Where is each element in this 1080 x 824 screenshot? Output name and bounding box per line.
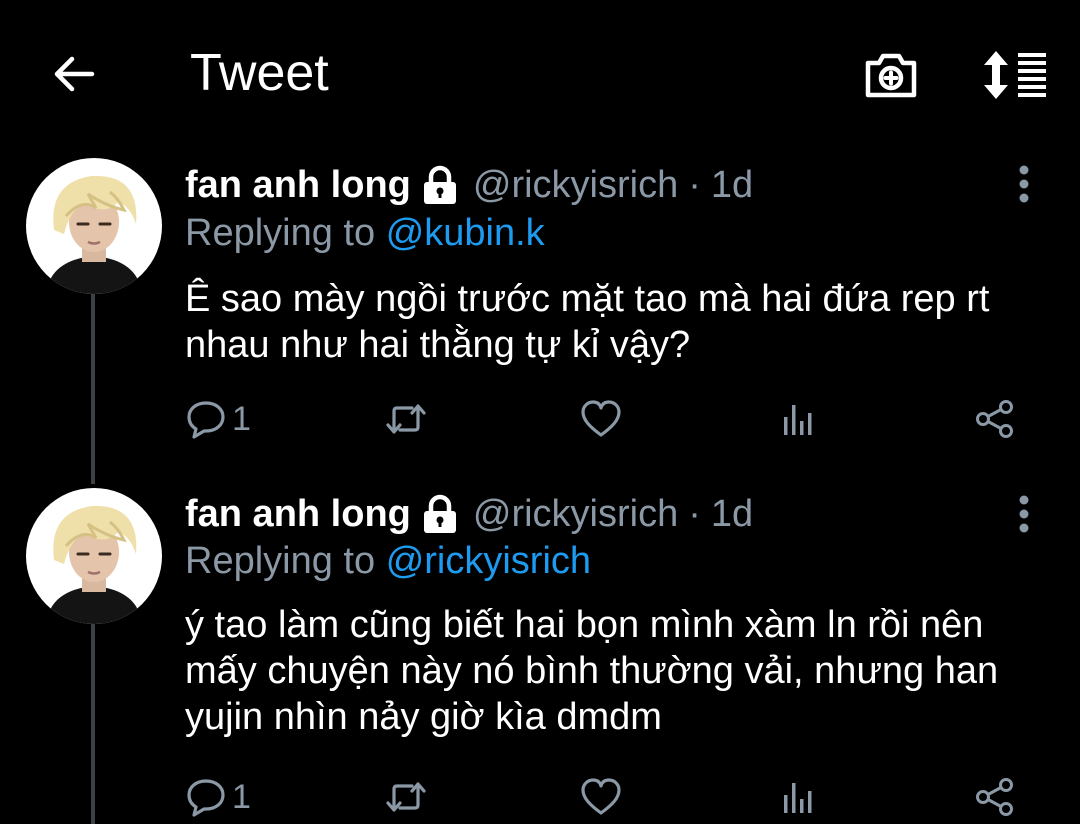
retweet-button[interactable]: [384, 772, 434, 822]
replying-to-handle[interactable]: @rickyisrich: [386, 540, 591, 582]
more-vertical-icon: [1019, 495, 1029, 533]
like-button[interactable]: [580, 772, 628, 822]
share-button[interactable]: [974, 772, 1016, 822]
replying-to-handle[interactable]: @kubin.k: [386, 212, 545, 254]
sort-button[interactable]: [980, 44, 1050, 106]
user-handle[interactable]: @rickyisrich: [473, 493, 678, 536]
sort-list-icon: [984, 51, 1046, 99]
reply-icon: [187, 401, 225, 439]
analytics-icon: [784, 783, 812, 813]
like-button[interactable]: [580, 394, 628, 444]
tweet-text: ý tao làm cũng biết hai bọn mình xàm ln …: [185, 604, 999, 738]
arrow-left-icon: [54, 56, 95, 92]
retweet-icon: [386, 404, 426, 434]
retweet-icon: [386, 782, 426, 812]
more-options-button[interactable]: [1000, 160, 1048, 208]
share-icon: [976, 400, 1013, 438]
display-name[interactable]: fan anh long: [185, 493, 411, 536]
reply-button[interactable]: 1: [186, 772, 251, 822]
analytics-icon: [784, 405, 812, 435]
avatar[interactable]: [26, 488, 162, 624]
replying-to-line: Replying to @kubin.k: [185, 208, 545, 258]
replying-to-line: Replying to @rickyisrich: [185, 536, 591, 586]
tweet-header: fan anh long @rickyisrich · 1d: [185, 160, 753, 210]
more-vertical-icon: [1019, 165, 1029, 203]
page-title: Tweet: [190, 44, 329, 102]
heart-icon: [581, 778, 621, 815]
camera-plus-icon: [865, 53, 917, 98]
heart-icon: [581, 400, 621, 437]
reply-count: 1: [232, 399, 251, 438]
reply-icon: [187, 779, 225, 817]
display-name[interactable]: fan anh long: [185, 164, 411, 207]
lock-icon: [423, 165, 456, 204]
separator-dot: ·: [688, 163, 701, 206]
top-bar: Tweet: [0, 0, 1080, 150]
user-handle[interactable]: @rickyisrich: [473, 164, 678, 207]
replying-to-label: Replying to: [185, 540, 376, 582]
replying-to-label: Replying to: [185, 212, 376, 254]
thread-line: [91, 294, 95, 484]
analytics-button[interactable]: [778, 394, 818, 444]
reply-button[interactable]: 1: [186, 394, 251, 444]
tweet-header: fan anh long @rickyisrich · 1d: [185, 489, 753, 539]
more-options-button[interactable]: [1000, 490, 1048, 538]
lock-icon: [423, 494, 456, 533]
analytics-button[interactable]: [778, 772, 818, 822]
avatar[interactable]: [26, 158, 162, 294]
tweet-text: Ê sao mày ngồi trước mặt tao mà hai đứa …: [185, 278, 990, 366]
timestamp[interactable]: 1d: [711, 164, 753, 207]
camera-button[interactable]: [858, 44, 924, 106]
thread-line: [91, 622, 95, 824]
retweet-button[interactable]: [384, 394, 434, 444]
back-button[interactable]: [44, 44, 104, 104]
timestamp[interactable]: 1d: [711, 493, 753, 536]
separator-dot: ·: [688, 492, 701, 535]
reply-count: 1: [232, 777, 251, 816]
share-icon: [976, 778, 1013, 816]
share-button[interactable]: [974, 394, 1016, 444]
